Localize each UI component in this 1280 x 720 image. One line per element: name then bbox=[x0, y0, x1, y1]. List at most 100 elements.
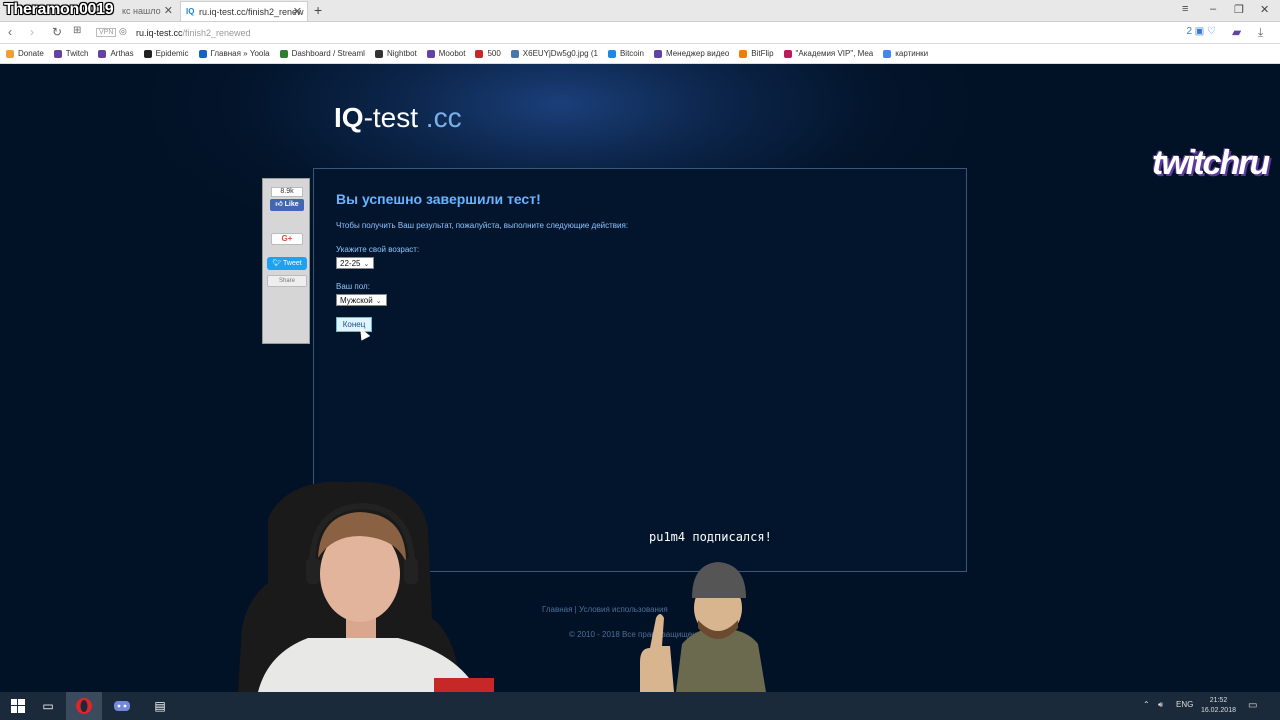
taskbar-obs[interactable]: ▤ bbox=[142, 692, 178, 720]
bookmark-item[interactable]: 500 bbox=[475, 49, 501, 58]
bookmark-item[interactable]: Главная » Yoola bbox=[198, 49, 270, 58]
bookmark-favicon-icon bbox=[783, 49, 792, 58]
bookmark-item[interactable]: BitFlip bbox=[739, 49, 774, 58]
bookmark-label: Bitcoin bbox=[619, 49, 644, 58]
adblock-count: 2 bbox=[1186, 26, 1193, 37]
google-plus-button[interactable]: G+ bbox=[271, 233, 303, 245]
streamer-name-overlay: Theramon0019 bbox=[4, 1, 114, 18]
bookmarks-bar: Donate Twitch Arthas Epidemic Главная » Yool… bbox=[0, 44, 1280, 64]
subscriber-alert: pu1m4 подписался! bbox=[649, 530, 772, 544]
bookmark-item[interactable]: картинки bbox=[883, 49, 928, 58]
tab-label: ru.iq-test.cc/finish2_renew bbox=[199, 7, 304, 17]
headset-earcup-right bbox=[404, 558, 418, 584]
bookmark-item[interactable]: Moobot bbox=[426, 49, 465, 58]
bookmark-item[interactable]: Donate bbox=[6, 49, 44, 58]
chevron-down-icon: ⌄ bbox=[375, 298, 382, 305]
close-icon[interactable]: ✕ bbox=[293, 5, 302, 18]
bookmark-label: Главная » Yoola bbox=[210, 49, 270, 58]
reload-button[interactable]: ↻ bbox=[52, 25, 62, 39]
bookmark-favicon-icon bbox=[53, 49, 62, 58]
minimize-button[interactable]: – bbox=[1210, 3, 1216, 15]
vpn-badge[interactable]: VPN bbox=[96, 28, 117, 37]
facebook-like-label: Like bbox=[284, 201, 299, 208]
tray-chevron-up-icon[interactable]: ⌃ bbox=[1143, 700, 1150, 709]
facebook-like-count: 8.9k bbox=[271, 187, 303, 197]
windows-logo-icon bbox=[11, 699, 25, 713]
bookmark-item[interactable]: Nightbot bbox=[374, 49, 417, 58]
tab-active[interactable]: IQ ru.iq-test.cc/finish2_renew ✕ bbox=[180, 1, 308, 21]
tweet-label: Tweet bbox=[283, 260, 302, 267]
bookmark-favicon-icon bbox=[739, 49, 748, 58]
notifications-icon[interactable]: ▭ bbox=[1248, 700, 1257, 711]
forward-button[interactable]: › bbox=[30, 25, 34, 39]
opera-icon bbox=[76, 698, 92, 714]
maximize-button[interactable]: ❐ bbox=[1234, 3, 1244, 16]
menu-icon[interactable]: ≡ bbox=[1182, 3, 1188, 15]
chevron-down-icon: ⌄ bbox=[363, 261, 370, 268]
taskbar-clock[interactable]: 21:52 16.02.2018 bbox=[1201, 696, 1236, 716]
share-button[interactable]: Share bbox=[267, 275, 307, 287]
bookmark-favicon-icon bbox=[607, 49, 616, 58]
logo-tld: .cc bbox=[418, 102, 462, 133]
window-close-button[interactable]: ✕ bbox=[1260, 3, 1269, 16]
taskbar-discord[interactable] bbox=[104, 692, 140, 720]
discord-icon bbox=[114, 701, 130, 711]
bookmark-label: Epidemic bbox=[155, 49, 189, 58]
bookmark-item[interactable]: Dashboard / Streaml bbox=[279, 49, 365, 58]
bookmark-label: Dashboard / Streaml bbox=[291, 49, 365, 58]
extension-icon[interactable]: ▰ bbox=[1232, 25, 1241, 39]
bookmark-item[interactable]: Bitcoin bbox=[607, 49, 644, 58]
bookmark-label: "Академия VIP", Mea bbox=[795, 49, 874, 58]
age-select[interactable]: 22-25 ⌄ bbox=[336, 257, 374, 269]
tab-label: кс нашло bbox=[122, 6, 161, 16]
adblock-badge[interactable]: 2 ▣ ♡ bbox=[1186, 26, 1216, 37]
bookmark-label: Arthas bbox=[110, 49, 134, 58]
task-view-icon: ▭ bbox=[42, 699, 54, 713]
task-view-button[interactable]: ▭ bbox=[30, 692, 66, 720]
windows-taskbar: ▭ ▤ ⌃ 🔊︎ ENG 21:52 16.02.2018 ▭ bbox=[0, 692, 1280, 720]
bookmark-favicon-icon bbox=[653, 49, 662, 58]
bookmark-item[interactable]: Менеджер видео bbox=[653, 49, 730, 58]
download-icon[interactable]: ⤓ bbox=[1258, 25, 1263, 40]
thumbs-up-hand bbox=[640, 614, 674, 692]
bookmark-item[interactable]: Arthas bbox=[98, 49, 134, 58]
bookmark-label: Twitch bbox=[65, 49, 89, 58]
age-label: Укажите свой возраст: bbox=[336, 245, 420, 254]
language-indicator[interactable]: ENG bbox=[1176, 700, 1193, 709]
twitch-watermark: twitchru bbox=[1152, 144, 1270, 182]
bookmark-label: X6EUYjDw5g0.jpg (1 bbox=[522, 49, 598, 58]
url-field[interactable]: ru.iq-test.cc/finish2_renewed bbox=[136, 28, 251, 38]
webcam-overlay bbox=[238, 481, 494, 692]
screen: кс нашло ✕ Theramon0019 IQ ru.iq-test.cc… bbox=[0, 0, 1280, 720]
gender-select[interactable]: Мужской ⌄ bbox=[336, 294, 387, 306]
twitter-bird-icon: 🐦︎ bbox=[272, 260, 282, 267]
bookmark-favicon-icon bbox=[198, 49, 207, 58]
bookmark-item[interactable]: Twitch bbox=[53, 49, 89, 58]
facebook-like-button[interactable]: 👍︎ Like bbox=[270, 199, 304, 211]
taskbar-opera[interactable] bbox=[66, 692, 102, 720]
gender-label: Ваш пол: bbox=[336, 282, 370, 291]
headset-earcup-left bbox=[306, 558, 320, 584]
new-tab-button[interactable]: + bbox=[314, 2, 322, 18]
cartoon-hat bbox=[692, 562, 746, 598]
back-button[interactable]: ‹ bbox=[8, 25, 12, 39]
url-path: /finish2_renewed bbox=[182, 28, 251, 38]
speed-dial-icon[interactable]: ⊞ bbox=[73, 25, 81, 36]
iq-favicon-icon: IQ bbox=[186, 7, 195, 16]
bookmark-label: картинки bbox=[895, 49, 929, 58]
volume-icon[interactable]: 🔊︎ bbox=[1158, 700, 1163, 710]
url-host: ru.iq-test.cc bbox=[136, 28, 183, 38]
film-icon: ▤ bbox=[154, 699, 166, 713]
age-select-value: 22-25 bbox=[340, 259, 361, 268]
bookmark-item[interactable]: X6EUYjDw5g0.jpg (1 bbox=[510, 49, 598, 58]
bookmark-favicon-icon bbox=[426, 49, 435, 58]
bookmark-label: Nightbot bbox=[386, 49, 417, 58]
bookmark-item[interactable]: Epidemic bbox=[143, 49, 189, 58]
bookmark-favicon-icon bbox=[143, 49, 152, 58]
tweet-button[interactable]: 🐦︎ Tweet bbox=[267, 257, 307, 270]
bookmark-item[interactable]: "Академия VIP", Mea bbox=[783, 49, 874, 58]
instructions-text: Чтобы получить Ваш результат, пожалуйста… bbox=[336, 221, 629, 230]
close-icon[interactable]: ✕ bbox=[164, 4, 173, 17]
bookmark-label: Менеджер видео bbox=[665, 49, 730, 58]
site-logo[interactable]: IQ-test .cc bbox=[334, 102, 462, 134]
